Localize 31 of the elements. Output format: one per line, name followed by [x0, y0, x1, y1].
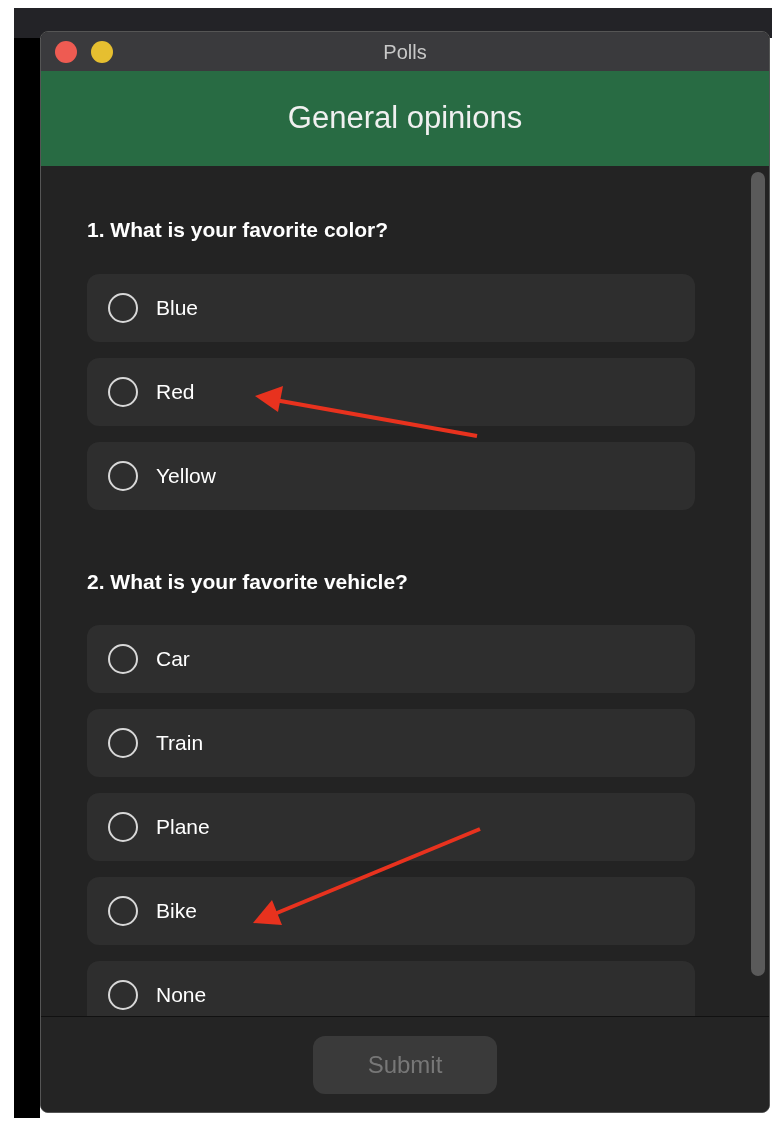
radio-button[interactable]	[108, 292, 138, 323]
answer-option[interactable]: Yellow	[87, 441, 695, 510]
answer-option[interactable]: Blue	[87, 273, 695, 342]
window-title: Polls	[383, 39, 427, 65]
radio-button[interactable]	[108, 812, 138, 842]
radio-button[interactable]	[108, 644, 138, 674]
radio-button[interactable]	[108, 896, 138, 926]
option-label: Bike	[156, 898, 197, 925]
minimize-button[interactable]	[91, 40, 113, 63]
option-label: Plane	[156, 814, 210, 841]
option-label: Red	[156, 378, 195, 405]
answer-option[interactable]: Plane	[87, 793, 695, 861]
question-text: 2. What is your favorite vehicle?	[87, 568, 409, 595]
radio-button[interactable]	[108, 376, 138, 407]
radio-button[interactable]	[108, 980, 138, 1010]
answer-option[interactable]: Bike	[87, 877, 695, 945]
answer-option[interactable]: None	[87, 961, 695, 1016]
option-label: None	[156, 982, 207, 1009]
radio-button[interactable]	[108, 728, 138, 758]
answer-option[interactable]: Train	[87, 709, 695, 777]
option-label: Train	[156, 730, 204, 757]
radio-button[interactable]	[108, 460, 138, 491]
option-label: Car	[156, 646, 190, 673]
close-button[interactable]	[55, 40, 77, 63]
answer-option[interactable]: Car	[87, 625, 695, 693]
poll-title: General opinions	[287, 99, 523, 138]
question-text: 1. What is your favorite color?	[87, 217, 390, 243]
answer-option[interactable]: Red	[87, 357, 695, 426]
option-label: Yellow	[156, 462, 216, 489]
option-label: Blue	[156, 294, 199, 321]
scrollbar[interactable]	[751, 172, 765, 976]
